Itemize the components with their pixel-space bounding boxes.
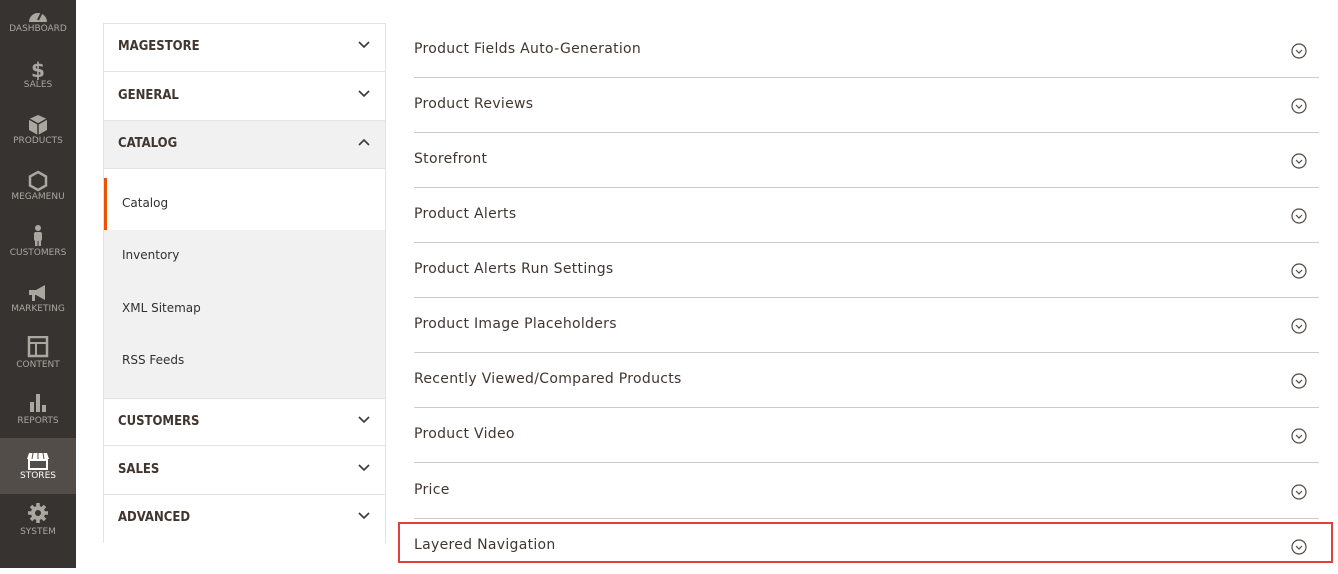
menu-item-system[interactable]: SYSTEM bbox=[0, 496, 76, 552]
expand-circle-icon[interactable] bbox=[1291, 318, 1307, 334]
tab-group-advanced[interactable]: ADVANCED bbox=[104, 495, 385, 543]
menu-item-sales[interactable]: $ SALES bbox=[0, 56, 76, 112]
tab-item-label: Inventory bbox=[122, 248, 180, 262]
tab-group-label: SALES bbox=[118, 462, 160, 477]
config-tabs: MAGESTORE GENERAL CATALOG Catalog Invent… bbox=[103, 23, 386, 543]
section-product-video[interactable]: Product Video bbox=[414, 408, 1319, 463]
expand-circle-icon[interactable] bbox=[1291, 373, 1307, 389]
chevron-down-icon bbox=[358, 41, 370, 49]
section-price[interactable]: Price bbox=[414, 464, 1319, 519]
expand-circle-icon[interactable] bbox=[1291, 43, 1307, 59]
tab-group-label: CUSTOMERS bbox=[118, 414, 200, 429]
svg-text:$: $ bbox=[31, 58, 45, 80]
section-product-alerts-run-settings[interactable]: Product Alerts Run Settings bbox=[414, 243, 1319, 298]
expand-circle-icon[interactable] bbox=[1291, 428, 1307, 444]
tab-item-label: RSS Feeds bbox=[122, 353, 185, 367]
tab-item-catalog[interactable]: Catalog bbox=[104, 178, 385, 230]
section-title: Product Alerts Run Settings bbox=[414, 261, 614, 277]
menu-item-content[interactable]: CONTENT bbox=[0, 336, 76, 392]
tab-group-label: MAGESTORE bbox=[118, 39, 200, 54]
hexagon-icon bbox=[28, 170, 48, 192]
tab-item-inventory[interactable]: Inventory bbox=[104, 230, 385, 282]
chevron-down-icon bbox=[358, 90, 370, 98]
menu-item-stores[interactable]: STORES bbox=[0, 438, 76, 494]
tab-group-customers[interactable]: CUSTOMERS bbox=[104, 398, 385, 446]
tab-group-label: ADVANCED bbox=[118, 510, 191, 525]
tab-item-label: XML Sitemap bbox=[122, 301, 201, 315]
layout-icon bbox=[27, 336, 49, 358]
menu-label: DASHBOARD bbox=[9, 24, 67, 34]
tab-group-magestore[interactable]: MAGESTORE bbox=[104, 24, 385, 72]
expand-circle-icon[interactable] bbox=[1291, 263, 1307, 279]
gear-icon bbox=[28, 503, 48, 523]
chevron-up-icon bbox=[358, 138, 370, 146]
section-product-image-placeholders[interactable]: Product Image Placeholders bbox=[414, 298, 1319, 353]
section-title: Storefront bbox=[414, 151, 488, 167]
dashboard-icon bbox=[29, 11, 47, 22]
menu-item-megamenu[interactable]: MEGAMENU bbox=[0, 168, 76, 224]
menu-label: PRODUCTS bbox=[13, 136, 63, 146]
tab-group-label: GENERAL bbox=[118, 88, 179, 103]
section-title: Product Fields Auto-Generation bbox=[414, 41, 642, 57]
menu-label: STORES bbox=[20, 471, 56, 481]
bar-chart-icon bbox=[30, 394, 46, 412]
menu-label: MEGAMENU bbox=[11, 192, 65, 202]
tab-group-general[interactable]: GENERAL bbox=[104, 73, 385, 121]
section-title: Product Video bbox=[414, 426, 515, 442]
menu-item-dashboard[interactable]: DASHBOARD bbox=[0, 0, 76, 56]
section-title: Recently Viewed/Compared Products bbox=[414, 371, 682, 387]
tab-group-sales[interactable]: SALES bbox=[104, 447, 385, 495]
tab-item-label: Catalog bbox=[122, 196, 169, 210]
tab-item-xml-sitemap[interactable]: XML Sitemap bbox=[104, 283, 385, 335]
storefront-icon bbox=[27, 452, 49, 470]
menu-item-marketing[interactable]: MARKETING bbox=[0, 280, 76, 336]
chevron-down-icon bbox=[358, 512, 370, 520]
section-title: Product Alerts bbox=[414, 206, 517, 222]
menu-label: CUSTOMERS bbox=[9, 248, 67, 258]
admin-menu: DASHBOARD $ SALES PRODUCTS MEGAMENU CUST… bbox=[0, 0, 76, 568]
section-title: Product Reviews bbox=[414, 96, 534, 112]
menu-label: CONTENT bbox=[16, 360, 60, 370]
dollar-icon: $ bbox=[31, 58, 45, 80]
expand-circle-icon[interactable] bbox=[1291, 484, 1307, 500]
megaphone-icon bbox=[29, 285, 45, 301]
menu-label: REPORTS bbox=[17, 416, 59, 426]
menu-item-customers[interactable]: CUSTOMERS bbox=[0, 224, 76, 280]
expand-circle-icon[interactable] bbox=[1291, 153, 1307, 169]
tab-group-label: CATALOG bbox=[118, 136, 178, 151]
tab-item-rss-feeds[interactable]: RSS Feeds bbox=[104, 335, 385, 387]
section-product-alerts[interactable]: Product Alerts bbox=[414, 188, 1319, 243]
section-title: Product Image Placeholders bbox=[414, 316, 617, 332]
highlight-box bbox=[398, 522, 1333, 563]
person-icon bbox=[34, 225, 42, 246]
chevron-down-icon bbox=[358, 416, 370, 424]
section-title: Price bbox=[414, 482, 450, 498]
cube-icon bbox=[28, 115, 48, 135]
expand-circle-icon[interactable] bbox=[1291, 98, 1307, 114]
menu-item-products[interactable]: PRODUCTS bbox=[0, 112, 76, 168]
section-product-fields-auto-generation[interactable]: Product Fields Auto-Generation bbox=[414, 23, 1319, 78]
tab-group-catalog[interactable]: CATALOG bbox=[104, 121, 385, 169]
expand-circle-icon[interactable] bbox=[1291, 208, 1307, 224]
menu-label: SYSTEM bbox=[20, 527, 56, 537]
menu-label: SALES bbox=[23, 80, 53, 90]
catalog-subitems: Catalog Inventory XML Sitemap RSS Feeds bbox=[104, 178, 385, 398]
section-storefront[interactable]: Storefront bbox=[414, 133, 1319, 188]
chevron-down-icon bbox=[358, 464, 370, 472]
section-recently-viewed-compared[interactable]: Recently Viewed/Compared Products bbox=[414, 353, 1319, 408]
section-product-reviews[interactable]: Product Reviews bbox=[414, 78, 1319, 133]
menu-label: MARKETING bbox=[11, 304, 65, 314]
